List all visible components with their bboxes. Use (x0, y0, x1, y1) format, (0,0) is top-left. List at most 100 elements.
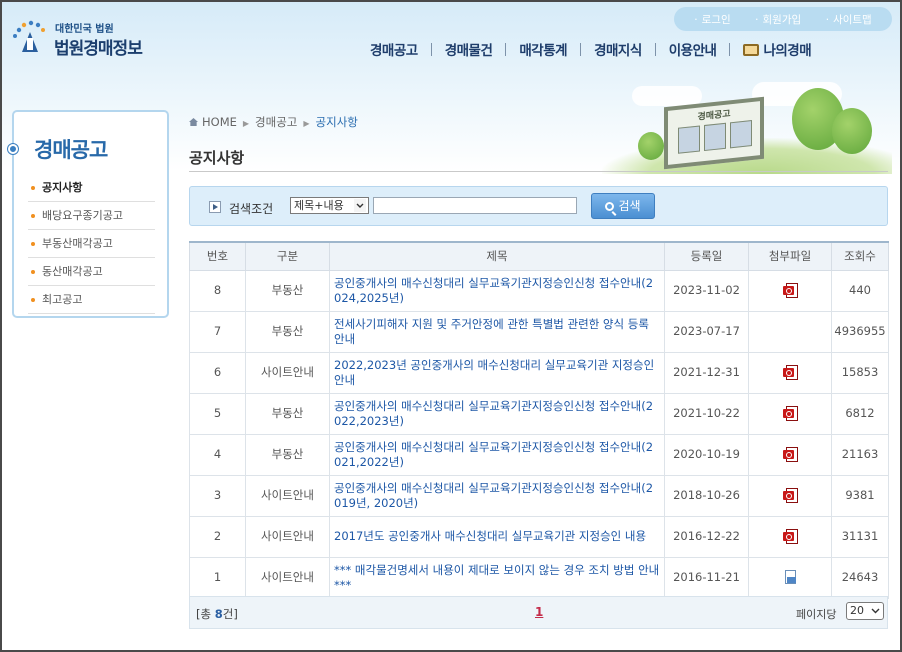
signup-link[interactable]: 회원가입 (755, 12, 802, 27)
category-cell: 사이트안내 (245, 556, 330, 599)
attachment-cell (748, 515, 832, 558)
views-cell: 24643 (831, 556, 889, 599)
pdf-file-icon[interactable] (782, 529, 798, 544)
total-prefix: [총 (196, 607, 215, 621)
per-page-select[interactable]: 20 (846, 602, 884, 620)
date-cell: 2016-12-22 (664, 515, 749, 558)
table-footer: [총 8건] 1 페이지당 20 (189, 596, 888, 629)
nav-auction-knowledge[interactable]: 경매지식 (581, 39, 655, 59)
title-link[interactable]: 전세사기피해자 지원 및 주거안정에 관한 특별법 관련한 양식 등록 안내 (329, 310, 665, 353)
title-divider (189, 171, 888, 172)
pdf-file-icon[interactable] (782, 488, 798, 503)
search-icon (605, 202, 615, 211)
per-page-value: 20 (850, 604, 864, 617)
breadcrumb-arrow-icon: ▶ (303, 119, 310, 128)
header-illustration: 경매공고 (602, 82, 892, 174)
title-link[interactable]: 2022,2023년 공인중개사의 매수신청대리 실무교육기관 지정승인 안내 (329, 351, 665, 394)
search-condition-label: 검색조건 (229, 202, 274, 216)
login-link[interactable]: 로그인 (694, 12, 731, 27)
page-link-current[interactable]: 1 (535, 605, 543, 619)
left-menu: 경매공고 공지사항 배당요구종기공고 부동산매각공고 동산매각공고 최고공고 (8, 110, 169, 318)
category-cell: 부동산 (245, 269, 330, 312)
home-icon (189, 118, 198, 126)
per-page-label: 페이지당 (796, 608, 837, 621)
total-count: [총 8건] (196, 606, 238, 622)
header-title: 제목 (329, 241, 665, 271)
left-menu-item-final-notice[interactable]: 최고공고 (28, 286, 155, 314)
header-number: 번호 (189, 241, 246, 271)
date-cell: 2020-10-19 (664, 433, 749, 476)
views-cell: 15853 (831, 351, 889, 394)
notice-table: 번호 구분 제목 등록일 첨부파일 조회수 8 부동산 공인중개사의 매수신청대리 … (189, 241, 889, 599)
left-menu-item-real-estate-sale[interactable]: 부동산매각공고 (28, 230, 155, 258)
date-cell: 2018-10-26 (664, 474, 749, 517)
board-pane (678, 125, 700, 154)
left-menu-item-notice[interactable]: 공지사항 (28, 174, 155, 202)
total-number: 8 (214, 607, 223, 621)
number-cell: 8 (189, 269, 246, 312)
number-cell: 2 (189, 515, 246, 558)
nav-sale-statistics[interactable]: 매각통계 (506, 39, 580, 59)
category-cell: 사이트안내 (245, 474, 330, 517)
board-pane (704, 122, 726, 152)
title-link[interactable]: 공인중개사의 매수신청대리 실무교육기관지정승인신청 접수안내(2021,202… (329, 433, 665, 476)
arrow-box-icon (209, 201, 221, 213)
nav-auction-items[interactable]: 경매물건 (432, 39, 506, 59)
views-cell: 9381 (831, 474, 889, 517)
tree-decoration (832, 108, 872, 154)
chevron-down-icon (871, 608, 880, 614)
total-suffix: 건] (222, 607, 238, 621)
file-icon[interactable] (783, 570, 798, 585)
search-type-value: 제목+내용 (294, 199, 344, 212)
header-attachment: 첨부파일 (748, 241, 832, 271)
title-link[interactable]: 공인중개사의 매수신청대리 실무교육기관지정승인신청 접수안내(2024,202… (329, 269, 665, 312)
sitemap-link[interactable]: 사이트맵 (826, 12, 872, 27)
table-body: 8 부동산 공인중개사의 매수신청대리 실무교육기관지정승인신청 접수안내(2024… (189, 269, 889, 599)
breadcrumb-auction-notice[interactable]: 경매공고 (255, 115, 297, 129)
search-type-select[interactable]: 제목+내용 (290, 197, 369, 214)
views-cell: 6812 (831, 392, 889, 435)
table-row: 2 사이트안내 2017년도 공인중개사 매수신청대리 실무교육기관 지정승인 내용… (189, 515, 889, 558)
nav-auction-notice[interactable]: 경매공고 (357, 39, 431, 59)
board-pane (730, 120, 752, 149)
left-menu-list: 공지사항 배당요구종기공고 부동산매각공고 동산매각공고 최고공고 (28, 174, 155, 314)
attachment-cell (748, 556, 832, 599)
number-cell: 6 (189, 351, 246, 394)
search-panel: 검색조건 제목+내용 검색 (189, 186, 888, 226)
header-date: 등록일 (664, 241, 749, 271)
attachment-cell (748, 392, 832, 435)
header-views: 조회수 (831, 241, 889, 271)
category-cell: 사이트안내 (245, 351, 330, 394)
search-input[interactable] (373, 197, 577, 214)
date-cell: 2023-07-17 (664, 310, 749, 353)
views-cell: 440 (831, 269, 889, 312)
pdf-file-icon[interactable] (782, 406, 798, 421)
notice-board-illustration: 경매공고 (664, 96, 764, 170)
pdf-file-icon[interactable] (782, 447, 798, 462)
table-row: 5 부동산 공인중개사의 매수신청대리 실무교육기관지정승인신청 접수안내(2022… (189, 392, 889, 435)
main-navigation: 경매공고 경매물건 매각통계 경매지식 이용안내 나의경매 (357, 38, 824, 60)
title-link[interactable]: 공인중개사의 매수신청대리 실무교육기관지정승인신청 접수안내(2019년, 2… (329, 474, 665, 517)
nav-usage-guide[interactable]: 이용안내 (656, 39, 730, 59)
attachment-cell (748, 351, 832, 394)
search-button-label: 검색 (618, 199, 641, 213)
logo-title: 법원경매정보 (54, 39, 143, 59)
title-link[interactable]: 공인중개사의 매수신청대리 실무교육기관지정승인신청 접수안내(2022,202… (329, 392, 665, 435)
pdf-file-icon[interactable] (782, 365, 798, 380)
search-button[interactable]: 검색 (591, 193, 655, 219)
site-logo[interactable]: 대한민국 법원 법원경매정보 (10, 16, 160, 62)
breadcrumb-home[interactable]: HOME (202, 115, 237, 129)
left-menu-item-dividend-deadline[interactable]: 배당요구종기공고 (28, 202, 155, 230)
attachment-cell (748, 310, 832, 353)
title-link[interactable]: *** 매각물건명세서 내용이 제대로 보이지 않는 경우 조치 방법 안내 *… (329, 556, 665, 599)
title-link[interactable]: 2017년도 공인중개사 매수신청대리 실무교육기관 지정승인 내용 (329, 515, 665, 558)
number-cell: 4 (189, 433, 246, 476)
book-icon (743, 44, 760, 56)
nav-my-auction[interactable]: 나의경매 (730, 39, 824, 59)
pdf-file-icon[interactable] (782, 283, 798, 298)
cloud-decoration (632, 86, 702, 106)
breadcrumb: HOME ▶ 경매공고 ▶ 공지사항 (189, 114, 358, 130)
number-cell: 1 (189, 556, 246, 599)
left-menu-item-movable-sale[interactable]: 동산매각공고 (28, 258, 155, 286)
table-row: 8 부동산 공인중개사의 매수신청대리 실무교육기관지정승인신청 접수안내(2024… (189, 269, 889, 312)
